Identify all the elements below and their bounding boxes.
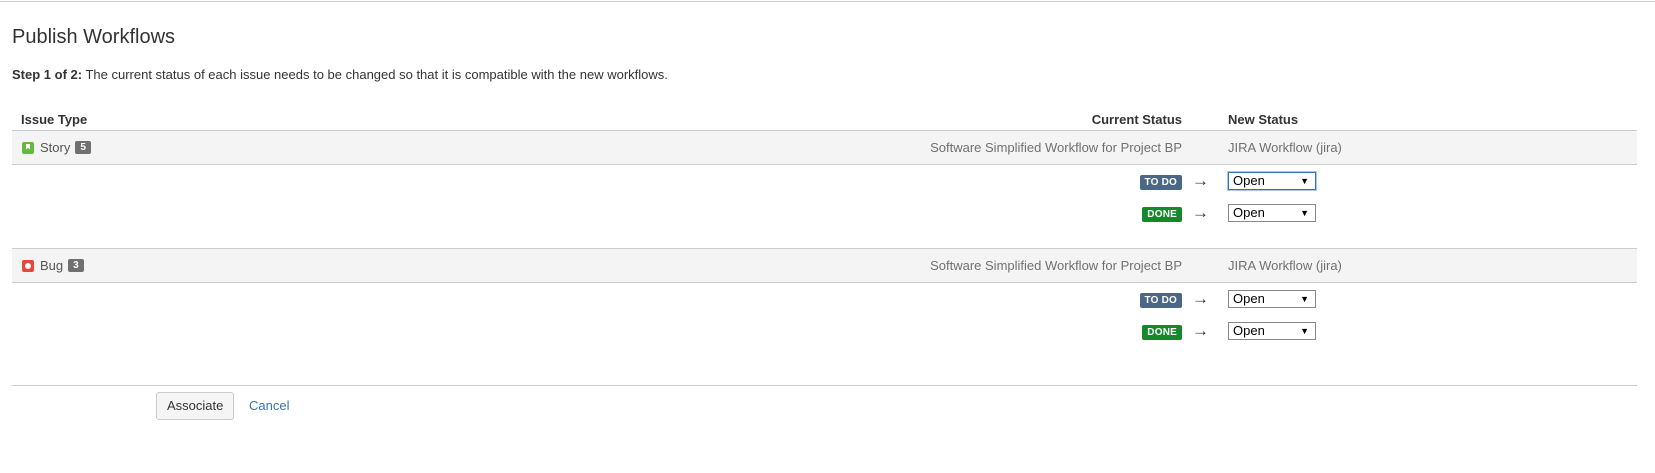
table-header: Issue Type Current Status New Status <box>12 112 1637 130</box>
status-mapping-row: DONE → Open ▼ <box>12 321 1637 344</box>
cancel-link[interactable]: Cancel <box>249 398 289 413</box>
select-value: Open <box>1233 173 1265 188</box>
arrow-right-icon: → <box>1192 289 1209 308</box>
header-issue-type: Issue Type <box>21 112 88 127</box>
current-workflow: Software Simplified Workflow for Project… <box>930 258 1182 273</box>
issue-type-cell: Story 5 <box>22 140 91 155</box>
new-workflow: JIRA Workflow (jira) <box>1228 258 1342 273</box>
current-status-lozenge: TO DO <box>1139 175 1182 190</box>
page-title: Publish Workflows <box>12 26 176 48</box>
select-value: Open <box>1233 291 1265 306</box>
top-divider <box>0 1 1655 2</box>
status-mapping-row: TO DO → Open ▼ <box>12 171 1637 194</box>
dropdown-caret-icon: ▼ <box>1300 176 1309 186</box>
dropdown-caret-icon: ▼ <box>1300 326 1309 336</box>
status-mapping-row: TO DO → Open ▼ <box>12 289 1637 312</box>
select-value: Open <box>1233 205 1265 220</box>
issue-type-row-bug: Bug 3 Software Simplified Workflow for P… <box>12 248 1637 283</box>
step-description: Step 1 of 2: The current status of each … <box>12 67 668 82</box>
dropdown-caret-icon: ▼ <box>1300 208 1309 218</box>
current-status-lozenge: TO DO <box>1139 293 1182 308</box>
new-workflow: JIRA Workflow (jira) <box>1228 140 1342 155</box>
story-icon <box>22 141 34 154</box>
issue-count-badge: 5 <box>75 141 91 154</box>
new-status-select[interactable]: Open ▼ <box>1228 290 1316 308</box>
step-label: Step 1 of 2: <box>12 67 83 82</box>
select-value: Open <box>1233 323 1265 338</box>
current-status-lozenge: DONE <box>1142 325 1182 340</box>
current-workflow: Software Simplified Workflow for Project… <box>930 140 1182 155</box>
bug-icon <box>22 259 34 272</box>
arrow-right-icon: → <box>1192 321 1209 340</box>
issue-type-label: Bug <box>40 258 64 273</box>
header-new-status: New Status <box>1228 112 1299 127</box>
issue-count-badge: 3 <box>68 259 84 272</box>
new-status-select[interactable]: Open ▼ <box>1228 204 1316 222</box>
step-text: The current status of each issue needs t… <box>82 67 668 82</box>
issue-type-label: Story <box>40 140 71 155</box>
arrow-right-icon: → <box>1192 171 1209 190</box>
associate-button[interactable]: Associate <box>156 392 235 420</box>
form-divider <box>12 385 1637 386</box>
issue-type-row-story: Story 5 Software Simplified Workflow for… <box>12 130 1637 165</box>
dropdown-caret-icon: ▼ <box>1300 294 1309 304</box>
issue-type-cell: Bug 3 <box>22 258 84 273</box>
new-status-select[interactable]: Open ▼ <box>1228 172 1316 190</box>
arrow-right-icon: → <box>1192 203 1209 222</box>
status-mapping-row: DONE → Open ▼ <box>12 203 1637 226</box>
current-status-lozenge: DONE <box>1142 207 1182 222</box>
new-status-select[interactable]: Open ▼ <box>1228 322 1316 340</box>
header-current-status: Current Status <box>1091 112 1182 127</box>
